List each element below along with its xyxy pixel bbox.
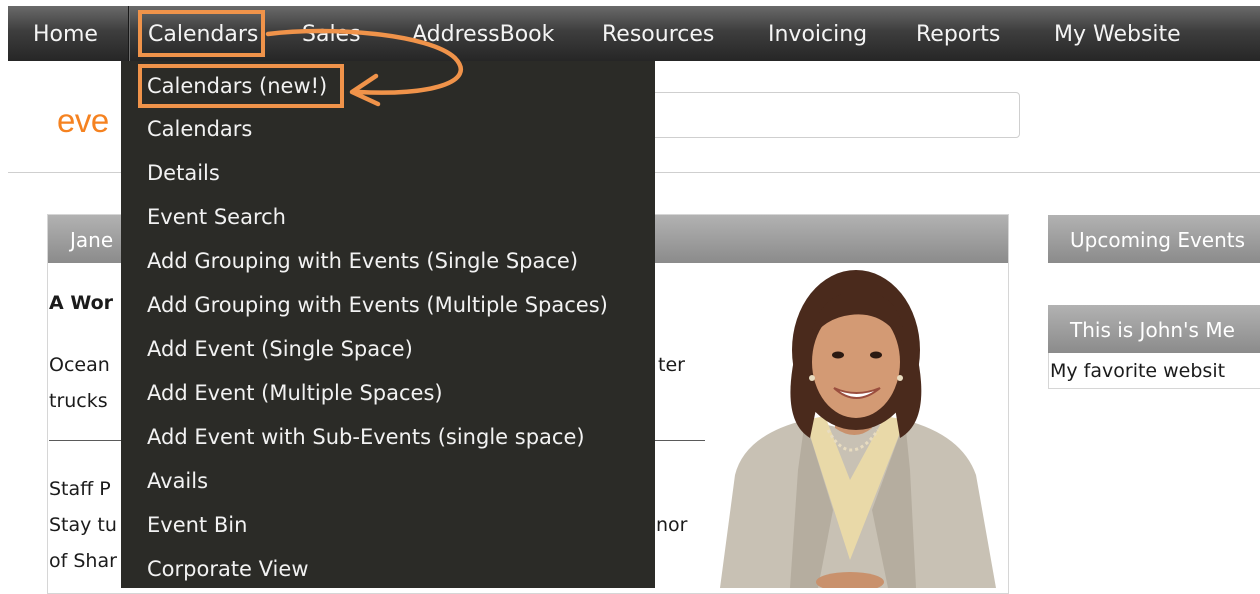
staff-photo [700,270,1010,592]
staff-text-line: Stay tu [49,514,117,536]
nav-home[interactable]: Home [33,6,98,61]
johns-panel-text: My favorite websit [1050,360,1226,382]
article-text-line: Ocean [49,354,110,376]
menu-item-add-event-multiple[interactable]: Add Event (Multiple Spaces) [147,377,443,409]
calendars-dropdown-menu: Calendars (new!) Calendars Details Event… [121,61,655,588]
staff-text-line: of Shar [49,550,117,572]
menu-item-add-event-single[interactable]: Add Event (Single Space) [147,333,413,365]
menu-item-event-search[interactable]: Event Search [147,201,286,233]
article-text-line: ter [658,354,685,376]
staff-text-line: nor [656,514,688,536]
brand-logo: eve [57,102,109,139]
menu-item-add-grouping-multiple[interactable]: Add Grouping with Events (Multiple Space… [147,289,608,321]
menu-item-add-grouping-single[interactable]: Add Grouping with Events (Single Space) [147,245,578,277]
nav-sales[interactable]: Sales [302,6,361,61]
menu-item-calendars[interactable]: Calendars [147,113,252,145]
menu-item-calendars-new[interactable]: Calendars (new!) [147,70,327,102]
menu-item-avails[interactable]: Avails [147,465,208,497]
menu-item-add-event-sub-events[interactable]: Add Event with Sub-Events (single space) [147,421,585,453]
nav-reports[interactable]: Reports [916,6,1000,61]
upcoming-events-header: Upcoming Events [1048,215,1260,263]
menu-item-details[interactable]: Details [147,157,220,189]
nav-my-website[interactable]: My Website [1054,6,1181,61]
nav-addressbook[interactable]: AddressBook [412,6,554,61]
nav-separator [128,6,129,61]
staff-text-line: Staff P [49,478,111,500]
menu-item-event-bin[interactable]: Event Bin [147,509,247,541]
article-text-line: trucks [49,390,108,412]
nav-calendars[interactable]: Calendars [148,6,258,61]
top-navigation-bar: Home Calendars Sales AddressBook Resourc… [8,6,1260,61]
johns-panel-header: This is John's Me [1048,305,1260,353]
search-input[interactable] [640,92,1020,138]
article-heading: A Wor [49,292,114,314]
nav-invoicing[interactable]: Invoicing [768,6,867,61]
nav-resources[interactable]: Resources [602,6,714,61]
menu-item-corporate-view[interactable]: Corporate View [147,553,309,585]
